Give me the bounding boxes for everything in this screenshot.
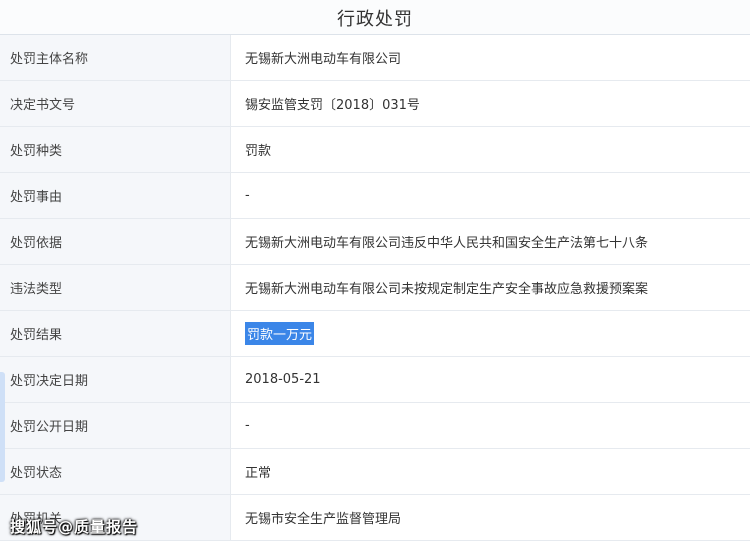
row-value: 罚款: [245, 144, 272, 159]
watermark: 搜狐号@质量报告: [10, 518, 139, 536]
side-scroll-indicator: [0, 372, 5, 482]
row-label: 处罚事由: [0, 173, 231, 218]
penalty-detail-table: 处罚主体名称 无锡新大洲电动车有限公司 决定书文号 锡安监管支罚〔2018〕03…: [0, 35, 750, 541]
row-label: 处罚状态: [0, 449, 231, 494]
table-row: 处罚决定日期 2018-05-21: [0, 357, 750, 403]
page-title: 行政处罚: [337, 9, 413, 30]
row-value: 锡安监管支罚〔2018〕031号: [245, 98, 420, 113]
row-label: 处罚结果: [0, 311, 231, 356]
row-value: 罚款一万元: [231, 311, 750, 356]
row-label: 决定书文号: [0, 81, 231, 126]
row-value: 无锡新大洲电动车有限公司违反中华人民共和国安全生产法第七十八条: [245, 236, 649, 251]
table-row: 处罚主体名称 无锡新大洲电动车有限公司: [0, 35, 750, 81]
table-row: 决定书文号 锡安监管支罚〔2018〕031号: [0, 81, 750, 127]
table-row: 处罚公开日期 -: [0, 403, 750, 449]
row-label: 处罚主体名称: [0, 35, 231, 80]
title-bar: 行政处罚: [0, 0, 750, 35]
table-row: 处罚依据 无锡新大洲电动车有限公司违反中华人民共和国安全生产法第七十八条: [0, 219, 750, 265]
table-row: 处罚事由 -: [0, 173, 750, 219]
row-label: 处罚依据: [0, 219, 231, 264]
table-row: 违法类型 无锡新大洲电动车有限公司未按规定制定生产安全事故应急救援预案案: [0, 265, 750, 311]
row-value: 正常: [245, 466, 272, 481]
row-value: 2018-05-21: [245, 372, 321, 387]
row-value: 无锡新大洲电动车有限公司: [245, 52, 402, 67]
selected-text[interactable]: 罚款一万元: [245, 322, 315, 345]
table-row: 处罚结果 罚款一万元: [0, 311, 750, 357]
row-label: 处罚决定日期: [0, 357, 231, 402]
row-value: 无锡新大洲电动车有限公司未按规定制定生产安全事故应急救援预案案: [245, 282, 649, 297]
table-row: 处罚状态 正常: [0, 449, 750, 495]
row-value: -: [245, 188, 250, 203]
row-label: 处罚公开日期: [0, 403, 231, 448]
row-value: 无锡市安全生产监督管理局: [245, 512, 402, 527]
row-label: 处罚种类: [0, 127, 231, 172]
row-label: 违法类型: [0, 265, 231, 310]
table-row: 处罚种类 罚款: [0, 127, 750, 173]
row-value: -: [245, 418, 250, 433]
